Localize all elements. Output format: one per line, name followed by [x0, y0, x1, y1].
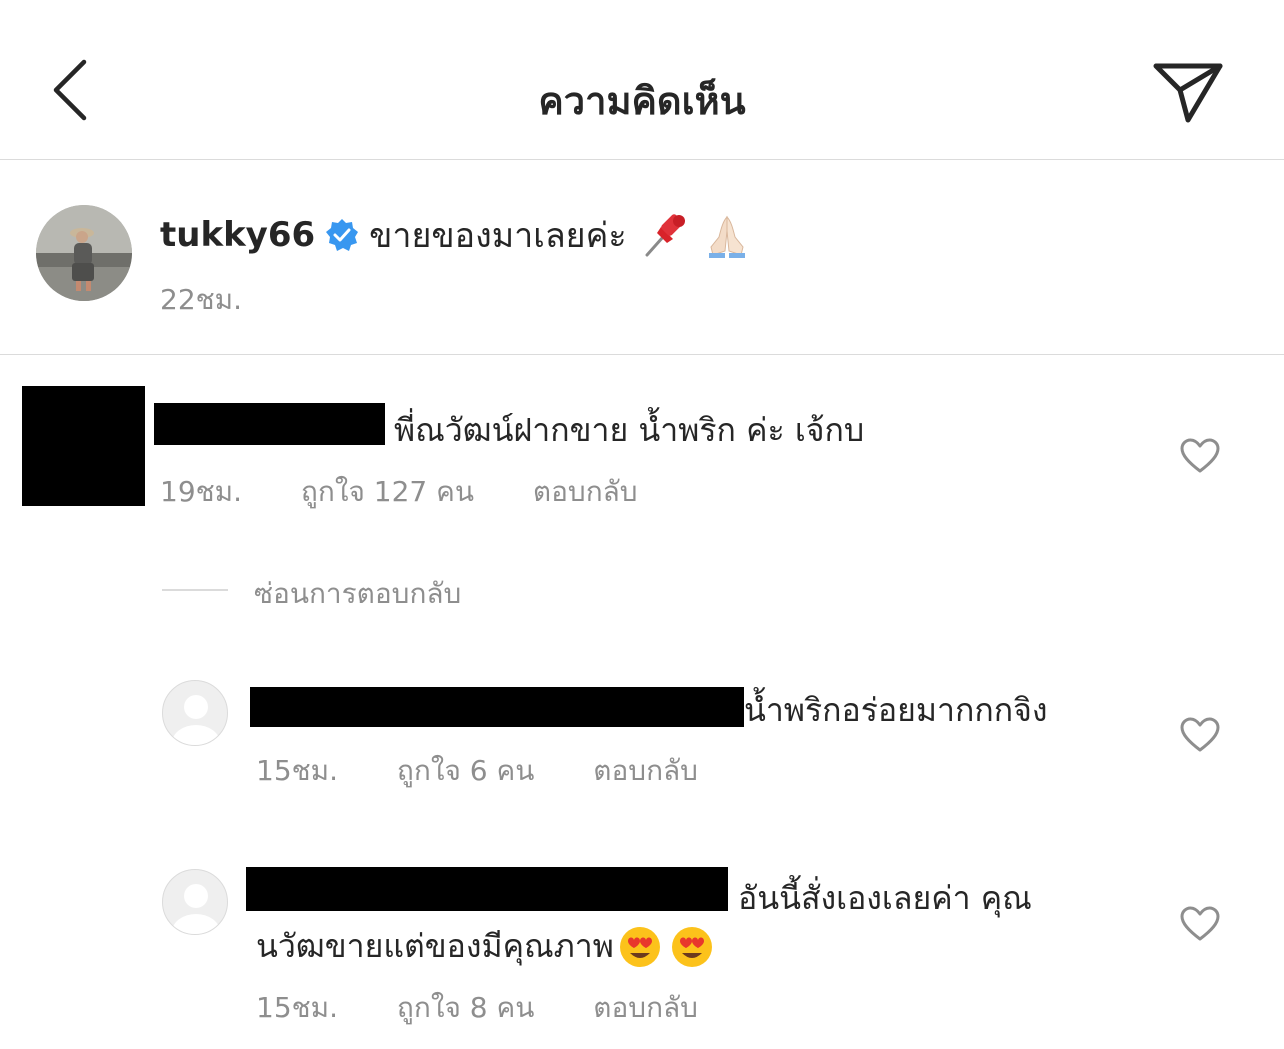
- heart-icon: [1180, 717, 1220, 752]
- username-redacted: [246, 867, 728, 911]
- reply-text-line1: อันนี้สั่งเองเลยค่า คุณ: [738, 879, 1032, 917]
- reply-text: น้ำพริกอร่อยมากกกจิง: [744, 691, 1048, 729]
- default-user-icon: [172, 695, 220, 745]
- heart-icon: [1180, 906, 1220, 941]
- paper-plane-icon: [1153, 63, 1223, 123]
- reply-button[interactable]: ตอบกลับ: [593, 749, 698, 793]
- like-button[interactable]: [1180, 717, 1220, 753]
- caption-time: 22ชม.: [160, 283, 242, 316]
- reply-meta: 15ชม. ถูกใจ 6 คน ตอบกลับ: [256, 749, 698, 793]
- like-button[interactable]: [1180, 438, 1220, 474]
- caption-text: ขายของมาเลยค่ะ: [369, 216, 627, 256]
- username-redacted: [250, 687, 744, 727]
- comment-likes[interactable]: ถูกใจ 127 คน: [301, 470, 474, 514]
- username-redacted: [154, 403, 385, 445]
- reply-button[interactable]: ตอบกลับ: [533, 470, 638, 514]
- default-user-icon: [172, 884, 220, 934]
- reply-button[interactable]: ตอบกลับ: [593, 986, 698, 1030]
- hide-replies-button[interactable]: ซ่อนการตอบกลับ: [254, 572, 461, 616]
- comment-meta: 19ชม. ถูกใจ 127 คน ตอบกลับ: [160, 470, 638, 514]
- reply-meta: 15ชม. ถูกใจ 8 คน ตอบกลับ: [256, 986, 698, 1030]
- share-button[interactable]: [1148, 58, 1230, 130]
- replies-divider: [162, 589, 228, 591]
- reply-likes[interactable]: ถูกใจ 6 คน: [397, 749, 534, 793]
- avatar[interactable]: [162, 680, 228, 746]
- reply-text-line2: นวัฒขายแต่ของมีคุณภาพ: [256, 927, 614, 965]
- avatar[interactable]: [36, 205, 132, 301]
- verified-badge-icon: [325, 218, 359, 252]
- comment-text: พี่ณวัฒน์ฝากขาย น้ำพริก ค่ะ เจ้กบ: [394, 411, 865, 449]
- heart-eyes-emoji: [670, 925, 714, 969]
- reply-likes[interactable]: ถูกใจ 8 คน: [397, 986, 534, 1030]
- reply-time: 15ชม.: [256, 991, 338, 1024]
- caption-username[interactable]: tukky66: [160, 215, 315, 255]
- pushpin-emoji: [641, 211, 689, 259]
- like-button[interactable]: [1180, 906, 1220, 942]
- reply-text-line2-wrap: นวัฒขายแต่ของมีคุณภาพ: [256, 921, 714, 972]
- heart-eyes-emoji: [618, 925, 662, 969]
- avatar[interactable]: [162, 869, 228, 935]
- reply-time: 15ชม.: [256, 754, 338, 787]
- caption-line: tukky66 ขายของมาเลยค่ะ: [160, 208, 751, 262]
- comment-time: 19ชม.: [160, 475, 242, 508]
- heart-icon: [1180, 438, 1220, 473]
- avatar-redacted: [22, 386, 145, 506]
- folded-hands-emoji: [703, 211, 751, 259]
- page-title: ความคิดเห็น: [538, 79, 746, 123]
